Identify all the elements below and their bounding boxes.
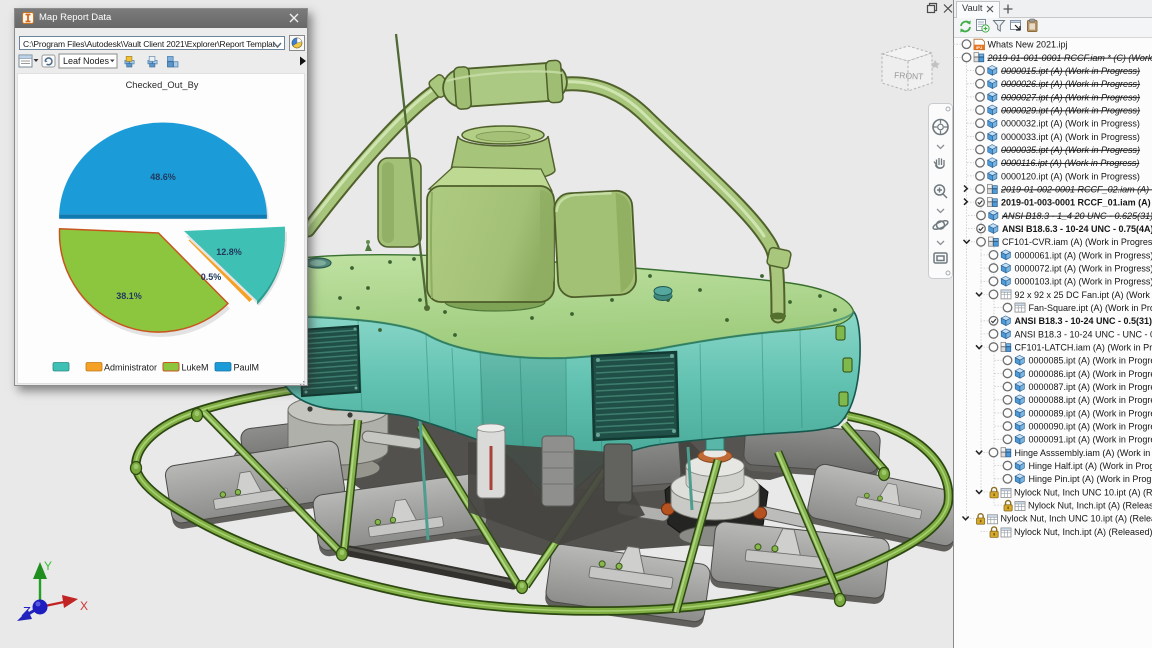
svg-text:CF101-LATCH.iam (A) (Work in P: CF101-LATCH.iam (A) (Work in Progress) [1015, 343, 1152, 353]
svg-text:0.5%: 0.5% [201, 272, 222, 282]
svg-text:0000085.ipt (A) (Work in Progr: 0000085.ipt (A) (Work in Progress) [1029, 356, 1152, 366]
svg-text:0000103.ipt (A) (Work in Progr: 0000103.ipt (A) (Work in Progress) [1015, 277, 1152, 287]
svg-text:Fan-Square.ipt (A) (Work in Pr: Fan-Square.ipt (A) (Work in Progress) [1029, 303, 1152, 313]
svg-text:0000035.ipt (A) (Work in Progr: 0000035.ipt (A) (Work in Progress) [1001, 145, 1140, 155]
svg-text:0000072.ipt (A) (Work in Progr: 0000072.ipt (A) (Work in Progress) [1015, 264, 1152, 274]
svg-text:0000033.ipt (A) (Work in Progr: 0000033.ipt (A) (Work in Progress) [1001, 132, 1140, 142]
svg-text:0000087.ipt (A) (Work in Progr: 0000087.ipt (A) (Work in Progress) [1029, 382, 1152, 392]
svg-text:0000015.ipt (A) (Work in Progr: 0000015.ipt (A) (Work in Progress) [1001, 66, 1140, 76]
svg-text:0000120.ipt (A) (Work in Progr: 0000120.ipt (A) (Work in Progress) [1001, 171, 1140, 181]
svg-text:38.1%: 38.1% [116, 291, 142, 301]
svg-text:Nylock Nut, Inch.ipt (A) (Rele: Nylock Nut, Inch.ipt (A) (Released) [1028, 501, 1152, 511]
svg-text:12.8%: 12.8% [216, 247, 242, 257]
svg-text:92 x 92 x 25 DC Fan.ipt (A) (W: 92 x 92 x 25 DC Fan.ipt (A) (Work in Pro… [1015, 290, 1152, 300]
svg-text:0000027.ipt (A) (Work in Progr: 0000027.ipt (A) (Work in Progress) [1001, 92, 1140, 102]
svg-text:0000026.ipt (A) (Work in Progr: 0000026.ipt (A) (Work in Progress) [1001, 79, 1140, 89]
svg-text:PaulM: PaulM [234, 363, 260, 373]
svg-text:0000088.ipt (A) (Work in Progr: 0000088.ipt (A) (Work in Progress) [1029, 395, 1152, 405]
svg-text:0000116.ipt (A) (Work in Progr: 0000116.ipt (A) (Work in Progress) [1001, 158, 1139, 168]
svg-text:Hinge Pin.ipt (A) (Work in Pro: Hinge Pin.ipt (A) (Work in Progress) [1029, 474, 1152, 484]
svg-text:2019-01-002-0001 RCCF_02.iam (: 2019-01-002-0001 RCCF_02.iam (A) (Work i… [1000, 185, 1152, 195]
svg-text:Administrator: Administrator [104, 363, 157, 373]
svg-text:0000089.ipt (A) (Work in Progr: 0000089.ipt (A) (Work in Progress) [1029, 408, 1152, 418]
svg-text:ANSI B18.3 - 10-24 UNC - 0.5(3: ANSI B18.3 - 10-24 UNC - 0.5(31).ipt [1015, 316, 1152, 326]
svg-text:0000086.ipt (A) (Work in Progr: 0000086.ipt (A) (Work in Progress) [1029, 369, 1152, 379]
svg-text:ANSI B18.3 - 1_4 20 UNC - 0.62: ANSI B18.3 - 1_4 20 UNC - 0.625(31).ipt [1001, 211, 1152, 221]
svg-text:Whats New 2021.ipj: Whats New 2021.ipj [988, 40, 1068, 50]
svg-text:0000091.ipt (A) (Work in Progr: 0000091.ipt (A) (Work in Progress) [1029, 435, 1152, 445]
svg-text:Nylock Nut, Inch.ipt (A) (Rele: Nylock Nut, Inch.ipt (A) (Released) [1014, 527, 1152, 537]
svg-text:2019-01-003-0001 RCCF_01.iam (: 2019-01-003-0001 RCCF_01.iam (A) [1001, 198, 1151, 208]
svg-text:0000032.ipt (A) (Work in Progr: 0000032.ipt (A) (Work in Progress) [1001, 119, 1140, 129]
svg-text:Nylock Nut, Inch UNC 10.ipt (A: Nylock Nut, Inch UNC 10.ipt (A) (Release… [1014, 487, 1152, 497]
svg-text:ANSI B18.3 - 10-24 UNC - UNC -: ANSI B18.3 - 10-24 UNC - UNC - 0.5(1A).i… [1015, 329, 1152, 339]
svg-text:48.6%: 48.6% [150, 172, 176, 182]
svg-text:2019-01-001-0001 RCCF.iam * (C: 2019-01-001-0001 RCCF.iam * (C) (Work in… [987, 53, 1152, 63]
svg-text:0000090.ipt (A) (Work in Progr: 0000090.ipt (A) (Work in Progress) [1029, 422, 1152, 432]
svg-text:LukeM: LukeM [182, 363, 209, 373]
svg-text:0000029.ipt (A) (Work in Progr: 0000029.ipt (A) (Work in Progress) [1001, 106, 1140, 116]
svg-text:Hinge Asssembly.iam (A) (Work: Hinge Asssembly.iam (A) (Work in Progres… [1015, 448, 1152, 458]
svg-text:CF101-CVR.iam (A) (Work in Pro: CF101-CVR.iam (A) (Work in Progress) [1002, 237, 1152, 247]
svg-text:ANSI B18.6.3 - 10-24 UNC - 0.7: ANSI B18.6.3 - 10-24 UNC - 0.75(4A).ipt [1002, 224, 1152, 234]
svg-text:Nylock Nut, Inch UNC 10.ipt (A: Nylock Nut, Inch UNC 10.ipt (A) (Release… [1001, 514, 1152, 524]
svg-text:0000061.ipt (A) (Work in Progr: 0000061.ipt (A) (Work in Progress) [1015, 250, 1152, 260]
svg-text:Hinge Half.ipt (A) (Work in Pr: Hinge Half.ipt (A) (Work in Progress) [1029, 461, 1152, 471]
